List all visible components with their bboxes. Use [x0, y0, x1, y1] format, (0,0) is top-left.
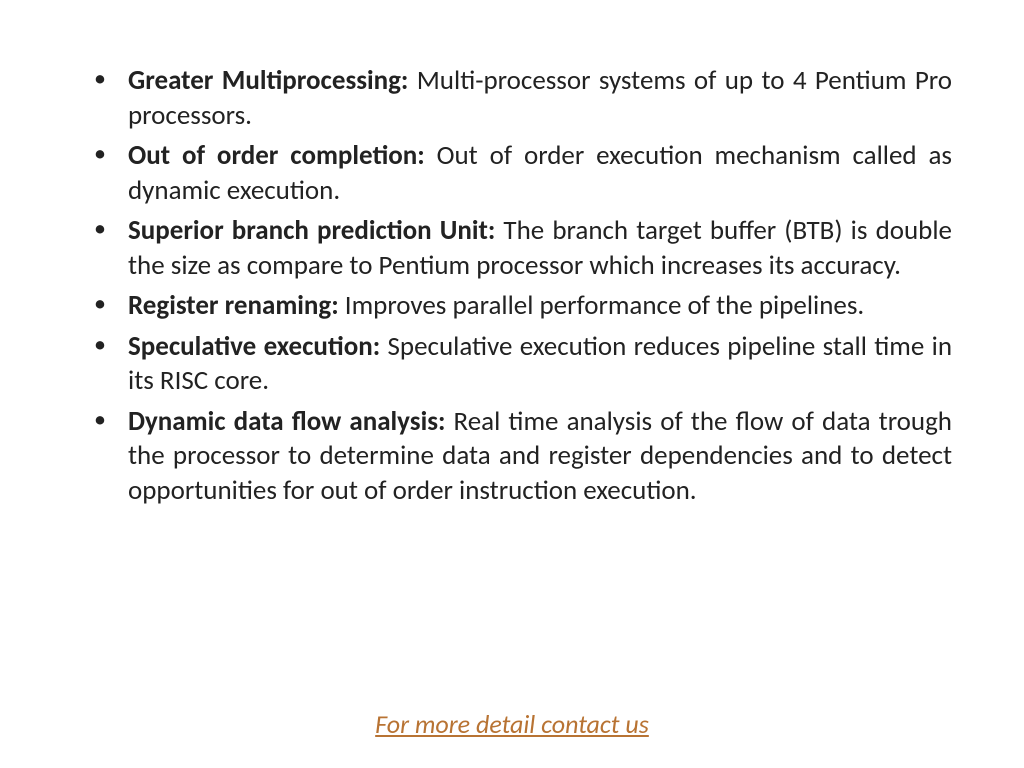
list-item: Out of order completion: Out of order ex…: [104, 139, 952, 208]
bullet-heading: Register renaming:: [128, 289, 339, 322]
list-item: Superior branch prediction Unit: The bra…: [104, 214, 952, 283]
list-item: Speculative execution: Speculative execu…: [104, 330, 952, 399]
bullet-heading: Superior branch prediction Unit:: [128, 214, 495, 247]
list-item: Dynamic data flow analysis: Real time an…: [104, 405, 952, 509]
bullet-heading: Out of order completion:: [128, 139, 425, 172]
contact-link[interactable]: For more detail contact us: [375, 708, 649, 740]
bullet-heading: Speculative execution:: [128, 330, 380, 363]
list-item: Greater Multiprocessing: Multi-processor…: [104, 64, 952, 133]
footer: For more detail contact us: [0, 708, 1024, 740]
bullet-heading: Dynamic data flow analysis:: [128, 405, 445, 438]
list-item: Register renaming: Improves parallel per…: [104, 289, 952, 324]
bullet-list: Greater Multiprocessing: Multi-processor…: [104, 64, 952, 509]
bullet-body: Improves parallel performance of the pip…: [339, 289, 865, 322]
slide: Greater Multiprocessing: Multi-processor…: [0, 0, 1024, 768]
bullet-heading: Greater Multiprocessing:: [128, 64, 408, 97]
